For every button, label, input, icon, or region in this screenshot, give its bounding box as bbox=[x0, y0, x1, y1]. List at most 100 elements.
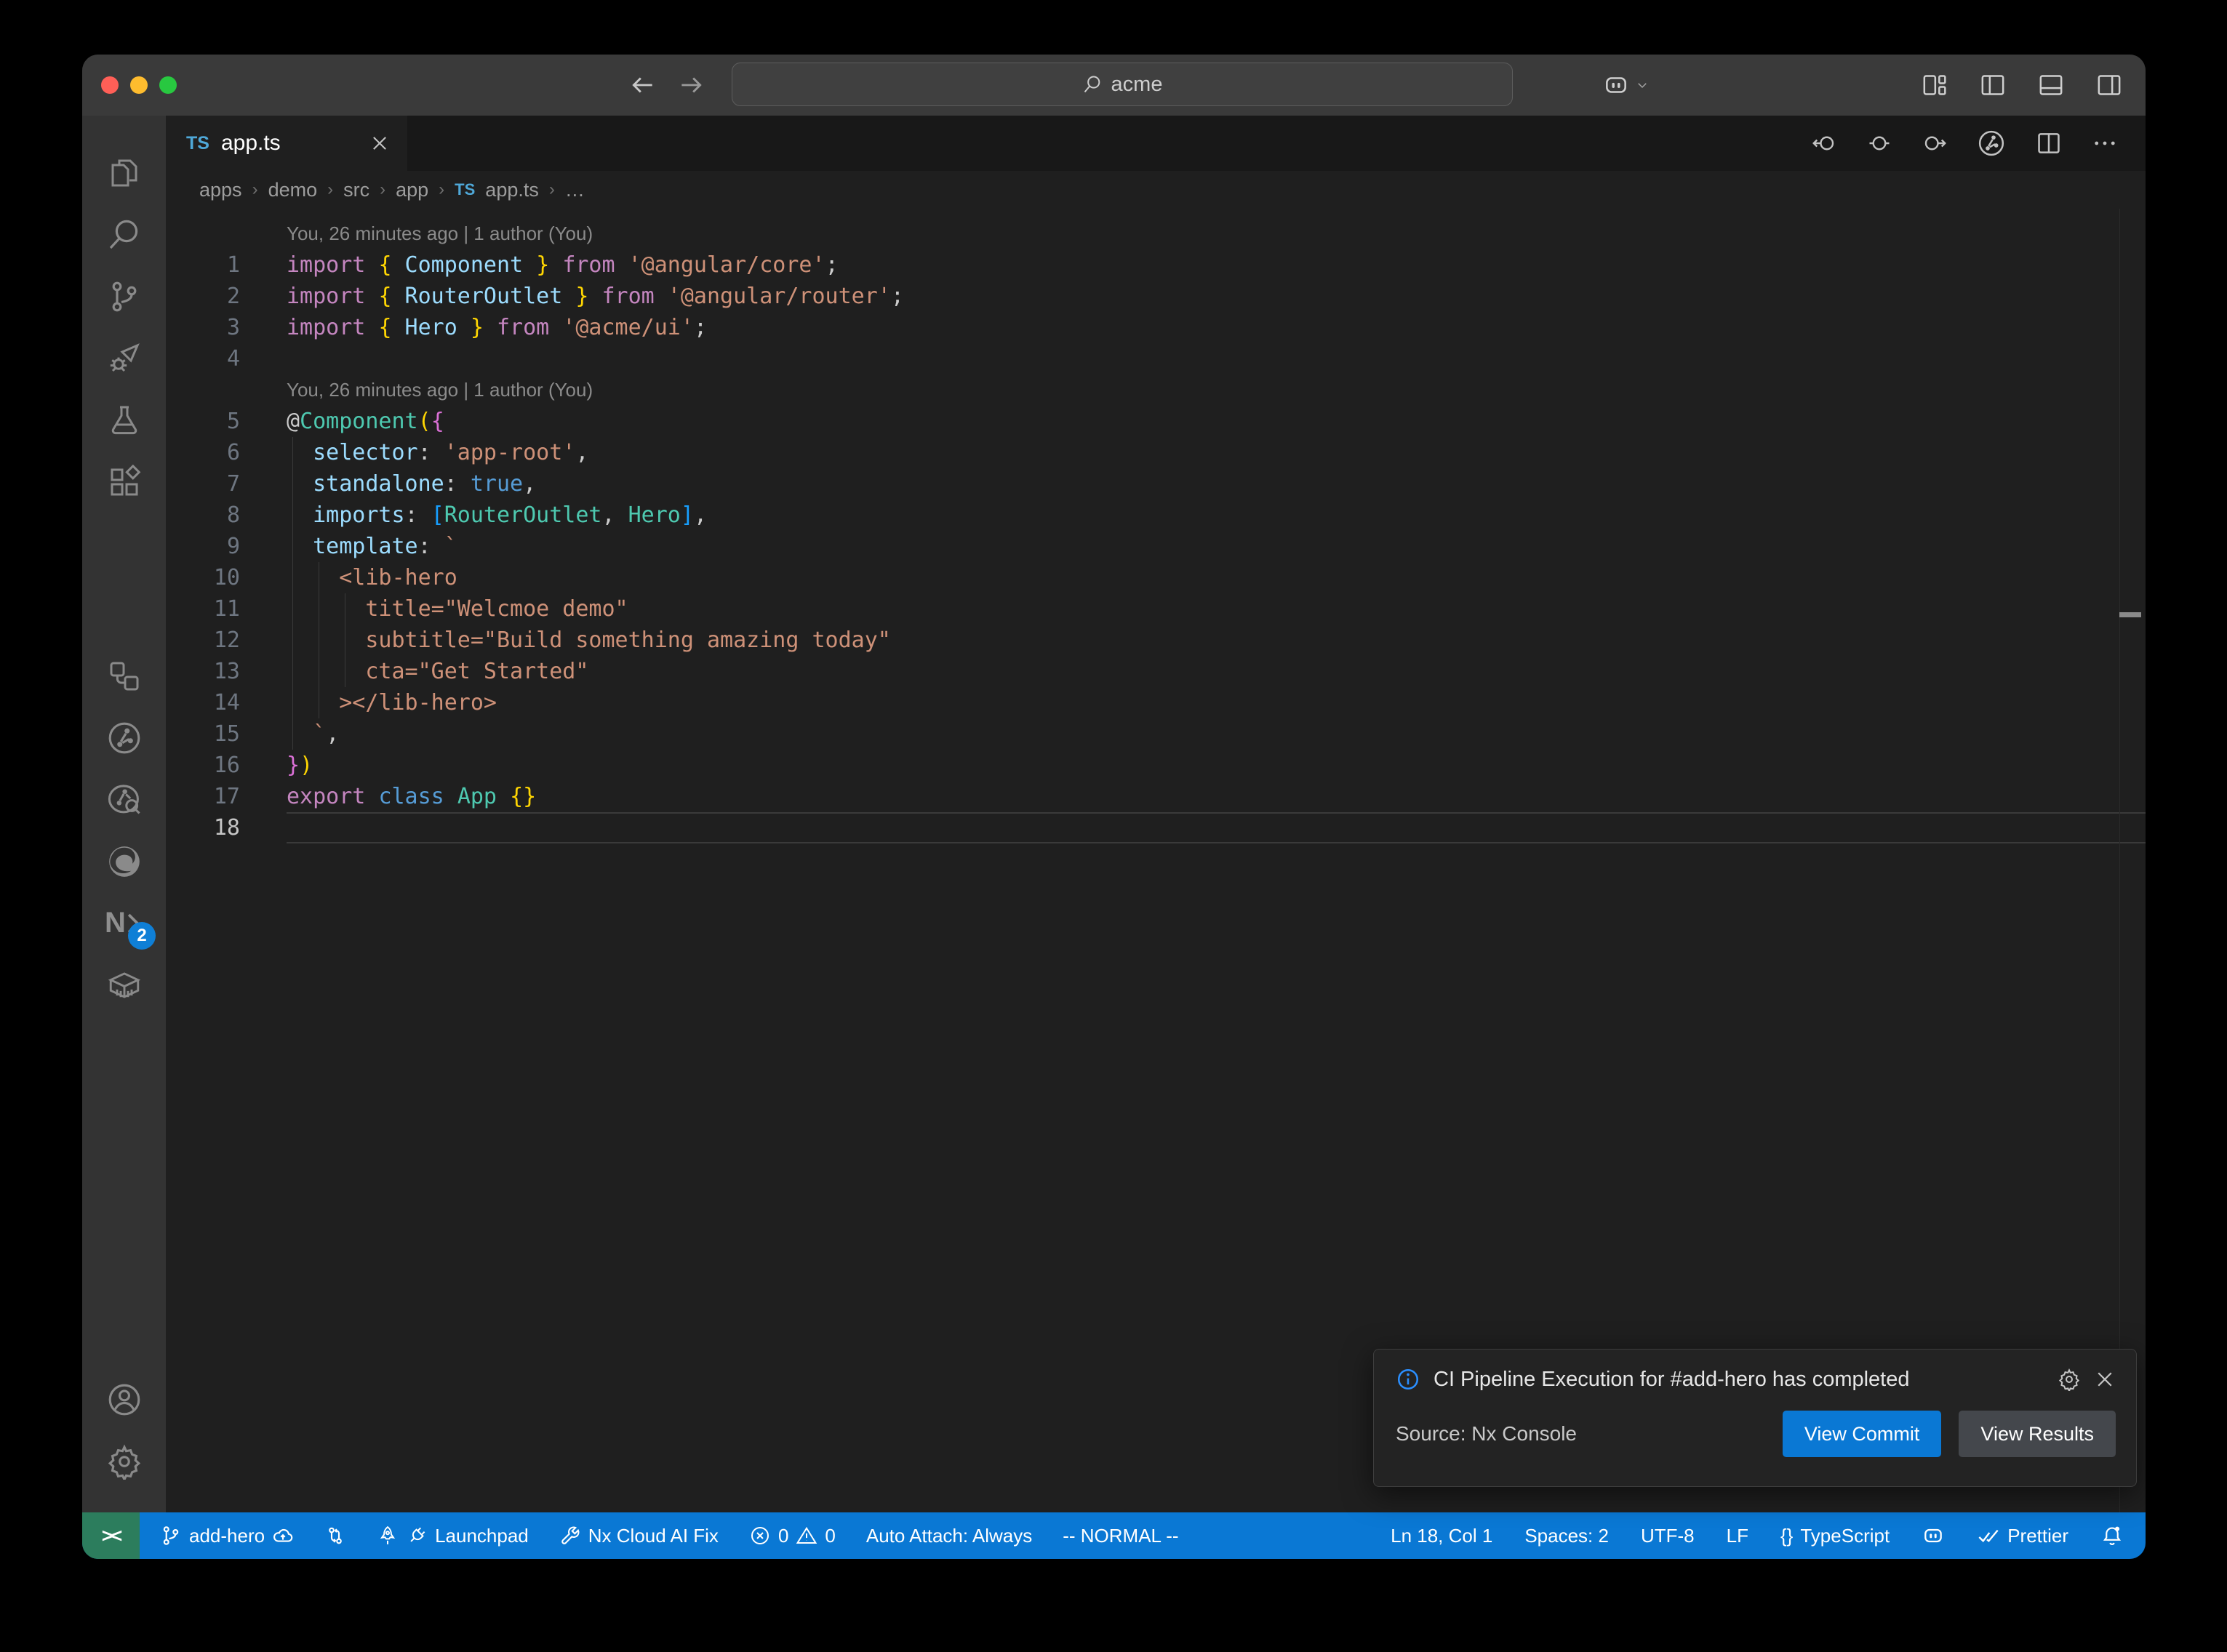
navigate-back-icon[interactable] bbox=[629, 71, 657, 99]
explorer-icon[interactable] bbox=[82, 142, 166, 204]
code-line[interactable]: 15 `, bbox=[166, 718, 2146, 750]
navigate-forward-icon[interactable] bbox=[677, 71, 705, 99]
typescript-file-icon: TS bbox=[186, 133, 209, 154]
close-tab-icon[interactable] bbox=[369, 133, 390, 153]
breadcrumb-item[interactable]: demo bbox=[268, 179, 318, 201]
line-number: 16 bbox=[166, 753, 240, 778]
gitlens-inspect-icon[interactable] bbox=[82, 769, 166, 830]
testing-icon[interactable] bbox=[82, 389, 166, 451]
notification-title: CI Pipeline Execution for #add-hero has … bbox=[1434, 1368, 1910, 1392]
breadcrumb-item[interactable]: app.ts bbox=[485, 179, 539, 201]
code-line[interactable]: 18 bbox=[166, 812, 2146, 843]
split-editor-icon[interactable] bbox=[2035, 129, 2063, 157]
copilot-menu-button[interactable] bbox=[1602, 55, 1649, 116]
line-number: 7 bbox=[166, 471, 240, 497]
git-compare-status[interactable] bbox=[324, 1525, 346, 1547]
search-sidebar-icon[interactable] bbox=[82, 204, 166, 265]
code-line[interactable]: 10 <lib-hero bbox=[166, 562, 2146, 593]
chevron-right-icon: › bbox=[439, 180, 444, 200]
warning-count: 0 bbox=[825, 1525, 835, 1547]
auto-attach-status[interactable]: Auto Attach: Always bbox=[866, 1525, 1032, 1547]
nx-cloud-status[interactable]: Nx Cloud AI Fix bbox=[559, 1525, 719, 1547]
code-line[interactable]: 8 imports: [RouterOutlet, Hero], bbox=[166, 500, 2146, 531]
code-editor[interactable]: You, 26 minutes ago | 1 author (You)1imp… bbox=[166, 209, 2146, 1512]
warning-icon bbox=[796, 1525, 817, 1547]
view-results-button[interactable]: View Results bbox=[1959, 1411, 2116, 1457]
minimize-window-button[interactable] bbox=[130, 76, 148, 94]
info-icon bbox=[1396, 1367, 1420, 1392]
toggle-primary-sidebar-icon[interactable] bbox=[1978, 71, 2007, 100]
nx-console-icon[interactable]: N 2 bbox=[82, 892, 166, 954]
code-line[interactable]: 6 selector: 'app-root', bbox=[166, 437, 2146, 468]
language-mode-status[interactable]: {} TypeScript bbox=[1780, 1525, 1890, 1547]
cursor-position-status[interactable]: Ln 18, Col 1 bbox=[1391, 1525, 1492, 1547]
breadcrumb-item[interactable]: src bbox=[343, 179, 369, 201]
next-change-icon[interactable] bbox=[1922, 130, 1948, 156]
containers-icon[interactable] bbox=[82, 954, 166, 1016]
code-line[interactable]: 9 template: ` bbox=[166, 531, 2146, 562]
notifications-bell-icon[interactable] bbox=[2100, 1524, 2124, 1547]
chevron-right-icon: › bbox=[549, 180, 555, 200]
code-line[interactable]: 16}) bbox=[166, 750, 2146, 781]
line-number: 14 bbox=[166, 690, 240, 715]
git-branch-status[interactable]: add-hero bbox=[160, 1525, 294, 1547]
notification-settings-gear-icon[interactable] bbox=[2058, 1368, 2081, 1391]
chevron-right-icon: › bbox=[327, 180, 333, 200]
remote-explorer-icon[interactable] bbox=[82, 645, 166, 707]
customize-layout-icon[interactable] bbox=[1920, 71, 1949, 100]
close-window-button[interactable] bbox=[101, 76, 119, 94]
code-line[interactable]: 17export class App {} bbox=[166, 781, 2146, 812]
toggle-secondary-sidebar-icon[interactable] bbox=[2095, 71, 2124, 100]
change-icon[interactable] bbox=[1866, 130, 1892, 156]
tab-app-ts[interactable]: TS app.ts bbox=[166, 116, 407, 171]
breadcrumb-item[interactable]: apps bbox=[199, 179, 242, 201]
nx-badge: 2 bbox=[128, 922, 156, 950]
more-actions-icon[interactable] bbox=[2092, 130, 2118, 156]
code-line[interactable]: 11 title="Welcmoe demo" bbox=[166, 593, 2146, 625]
command-center-search[interactable]: acme bbox=[732, 63, 1513, 106]
problems-status[interactable]: 0 0 bbox=[749, 1525, 836, 1547]
zoom-window-button[interactable] bbox=[159, 76, 177, 94]
breadcrumb-item[interactable]: … bbox=[565, 179, 585, 201]
code-line[interactable]: 2import { RouterOutlet } from '@angular/… bbox=[166, 281, 2146, 312]
indentation-status[interactable]: Spaces: 2 bbox=[1524, 1525, 1609, 1547]
code-line[interactable]: 12 subtitle="Build something amazing tod… bbox=[166, 625, 2146, 656]
eol-status[interactable]: LF bbox=[1727, 1525, 1748, 1547]
rocket-icon bbox=[377, 1525, 399, 1547]
line-number: 12 bbox=[166, 627, 240, 653]
remote-indicator[interactable]: >< bbox=[82, 1512, 140, 1559]
view-commit-button[interactable]: View Commit bbox=[1783, 1411, 1942, 1457]
code-line[interactable]: 3import { Hero } from '@acme/ui'; bbox=[166, 312, 2146, 343]
source-control-icon[interactable] bbox=[82, 265, 166, 327]
code-line[interactable]: 14 ></lib-hero> bbox=[166, 687, 2146, 718]
line-number: 4 bbox=[166, 346, 240, 372]
account-icon[interactable] bbox=[82, 1368, 166, 1430]
vim-mode-status[interactable]: -- NORMAL -- bbox=[1063, 1525, 1178, 1547]
toggle-panel-icon[interactable] bbox=[2036, 71, 2066, 100]
edge-devtools-icon[interactable] bbox=[82, 830, 166, 892]
gitlens-graph-icon[interactable] bbox=[1977, 129, 2006, 158]
copilot-status[interactable] bbox=[1922, 1524, 1945, 1547]
code-line[interactable]: 7 standalone: true, bbox=[166, 468, 2146, 500]
line-number: 2 bbox=[166, 284, 240, 309]
breadcrumb-item[interactable]: app bbox=[396, 179, 428, 201]
launchpad-status[interactable]: Launchpad bbox=[377, 1525, 529, 1547]
code-line[interactable]: 1import { Component } from '@angular/cor… bbox=[166, 249, 2146, 281]
extensions-icon[interactable] bbox=[82, 451, 166, 513]
blame-annotation[interactable]: You, 26 minutes ago | 1 author (You) bbox=[166, 374, 2146, 406]
run-debug-icon[interactable] bbox=[82, 327, 166, 389]
prettier-status[interactable]: Prettier bbox=[1977, 1524, 2068, 1547]
line-number: 10 bbox=[166, 565, 240, 590]
gitlens-icon[interactable] bbox=[82, 707, 166, 769]
titlebar: acme bbox=[82, 55, 2146, 116]
encoding-status[interactable]: UTF-8 bbox=[1641, 1525, 1695, 1547]
code-line[interactable]: 4 bbox=[166, 343, 2146, 374]
line-number: 15 bbox=[166, 721, 240, 747]
editor-scrollbar[interactable] bbox=[2119, 209, 2146, 1512]
settings-gear-icon[interactable] bbox=[82, 1430, 166, 1492]
previous-change-icon[interactable] bbox=[1811, 130, 1837, 156]
blame-annotation[interactable]: You, 26 minutes ago | 1 author (You) bbox=[166, 218, 2146, 249]
code-line[interactable]: 13 cta="Get Started" bbox=[166, 656, 2146, 687]
code-line[interactable]: 5@Component({ bbox=[166, 406, 2146, 437]
notification-close-icon[interactable] bbox=[2094, 1368, 2116, 1390]
